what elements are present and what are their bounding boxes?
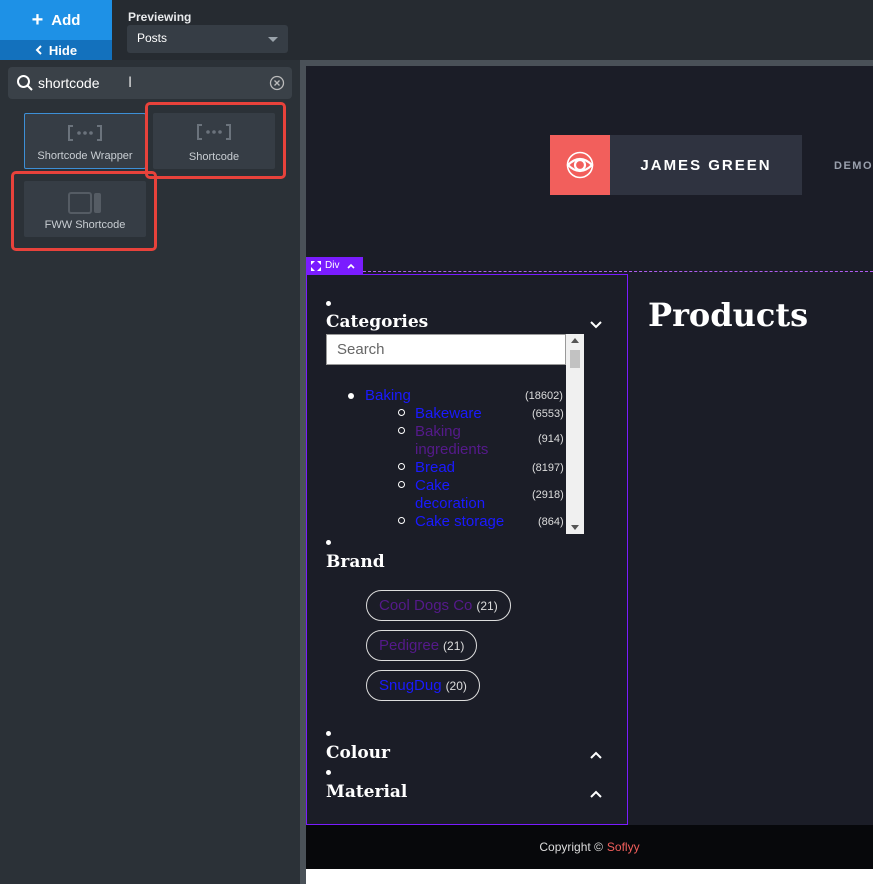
clear-search-icon[interactable] [269,75,285,91]
footer-brand-link[interactable]: Soflyy [607,840,640,854]
nav-link-demo[interactable]: DEMO [834,160,873,172]
scroll-thumb[interactable] [570,350,580,368]
copyright-text: Copyright © [539,840,603,854]
chevron-down-icon[interactable] [589,318,603,332]
chevron-up-icon[interactable] [589,748,603,762]
move-icon [311,260,321,271]
selected-element-tag[interactable]: Div [306,257,363,274]
plus-icon: + [31,9,44,31]
list-bullet [398,517,405,524]
category-link[interactable]: Baking ingredients [415,423,515,459]
brand-pill[interactable]: Pedigree (21) [366,630,478,661]
category-item[interactable]: Cake storage [415,513,525,531]
add-button[interactable]: + Add [0,0,112,40]
list-bullet [398,481,405,488]
category-link[interactable]: Baking [365,387,411,405]
list-bullet [326,540,331,545]
add-button-label: Add [51,11,81,29]
element-search-input[interactable] [38,73,258,93]
brand-pill[interactable]: SnugDug (20) [366,670,480,701]
list-bullet [398,409,405,416]
category-list: Baking (18602) Bakeware (6553) Baking in… [326,386,566,534]
category-count: (2918) [532,489,564,501]
eye-logo-icon [550,135,610,195]
selection-guide [363,271,873,272]
site-branding[interactable]: JAMES GREEN [550,135,802,195]
category-count: (6553) [532,408,564,420]
shortcode-icon [68,125,102,141]
category-item[interactable]: Cake decoration [415,477,515,513]
brand-count: (21) [476,598,498,613]
page-bottom [306,869,873,884]
widget-label: Shortcode Wrapper [37,150,133,162]
hide-button[interactable]: Hide [0,40,112,60]
brand-count: (20) [445,678,467,693]
element-type-label: Div [325,260,340,271]
site-footer: Copyright © Soflyy [306,825,873,869]
category-item[interactable]: Baking [365,387,505,405]
colour-title: Colour [326,743,390,763]
chevron-down-icon [268,37,278,42]
chevron-left-icon [35,45,42,55]
brand-link[interactable]: Pedigree [379,637,439,654]
list-bullet [326,770,331,775]
chevron-up-icon[interactable] [589,787,603,801]
previewing-label: Previewing [128,10,192,24]
category-link[interactable]: Bakeware [415,405,482,423]
products-heading: Products [648,296,809,334]
widget-shortcode-wrapper[interactable]: Shortcode Wrapper [24,113,146,169]
brand-link[interactable]: SnugDug [379,677,442,694]
builder-topbar: + Add Hide Previewing Posts [0,0,873,60]
list-bullet [398,463,405,470]
preview-canvas: JAMES GREEN DEMO Div Categories Baking (… [306,66,873,884]
scroll-down-icon[interactable] [571,525,579,530]
element-search: I [8,67,292,99]
list-bullet [398,427,405,434]
category-count: (8197) [532,462,564,474]
material-title: Material [326,782,408,802]
category-link[interactable]: Bread [415,459,455,477]
category-item[interactable]: Baking ingredients [415,423,515,459]
search-icon [17,75,33,91]
category-item[interactable]: Bread [415,459,515,477]
category-link[interactable]: Cake decoration [415,477,515,513]
previewing-value: Posts [137,31,168,45]
highlight-box [11,171,157,251]
category-count: (914) [538,433,564,445]
hide-button-label: Hide [48,42,78,58]
category-link[interactable]: Cake storage [415,513,504,531]
previewing-select[interactable]: Posts [127,25,288,53]
category-search-input[interactable] [326,334,566,365]
list-bullet [326,301,331,306]
list-bullet [326,731,331,736]
brand-count: (21) [443,638,465,653]
brand-link[interactable]: Cool Dogs Co [379,597,472,614]
highlight-box [145,102,286,179]
category-scrollbar[interactable] [566,334,584,534]
category-item[interactable]: Bakeware [415,405,515,423]
category-count: (864) [538,516,564,528]
list-bullet [348,393,354,399]
categories-title: Categories [326,312,429,332]
brand-pill[interactable]: Cool Dogs Co (21) [366,590,511,621]
chevron-up-icon[interactable] [347,263,356,269]
scroll-up-icon[interactable] [571,338,579,343]
site-title: JAMES GREEN [640,156,772,174]
category-count: (18602) [525,390,563,402]
text-cursor-icon: I [128,75,133,91]
brand-title: Brand [326,552,385,572]
